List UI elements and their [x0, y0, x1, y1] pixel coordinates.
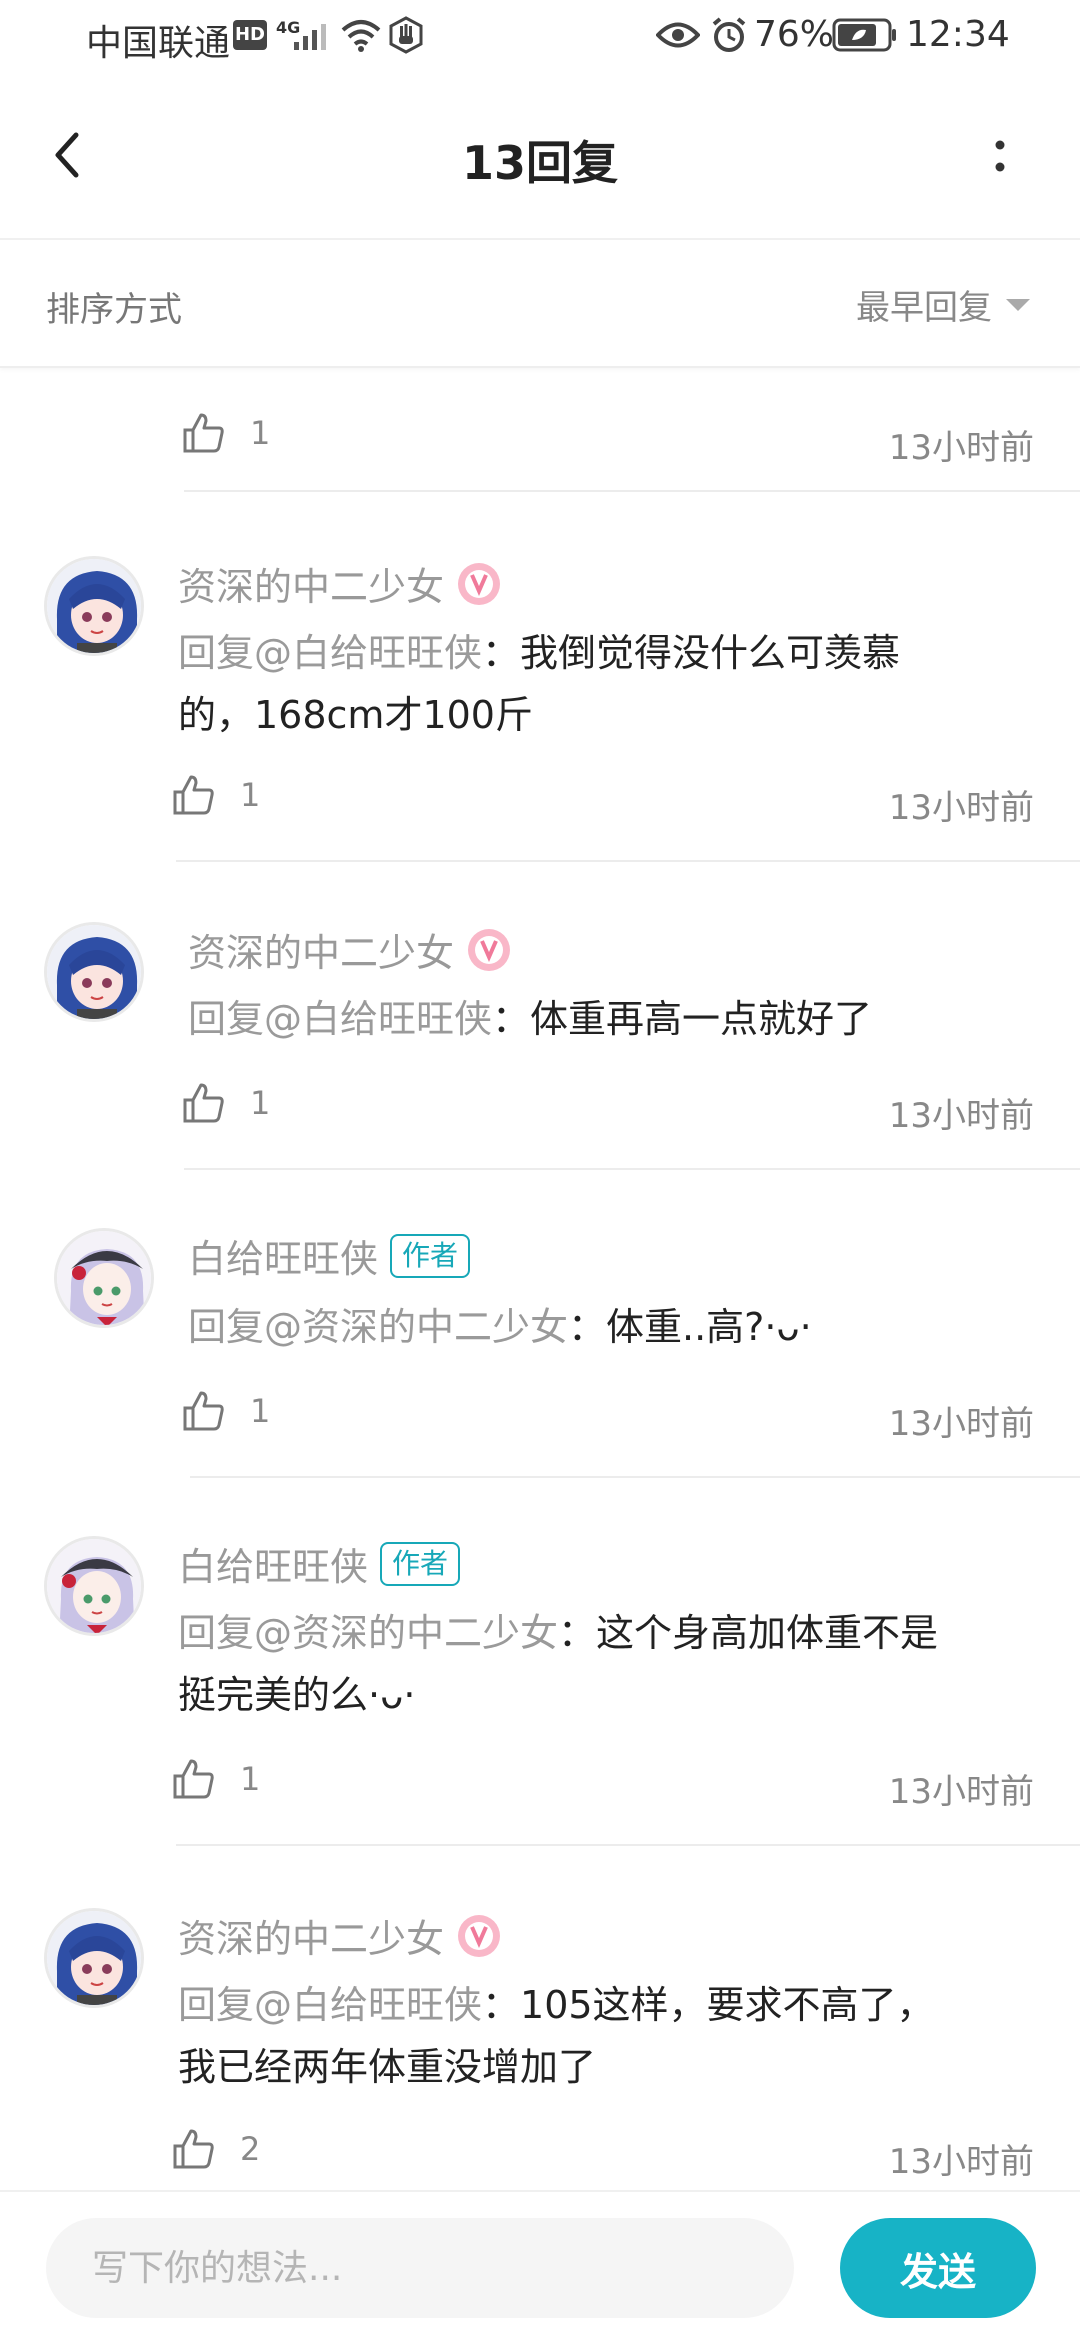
battery-icon	[832, 18, 896, 52]
hand-icon	[389, 16, 423, 54]
like-button[interactable]: 1	[182, 1390, 270, 1432]
timestamp: 13小时前	[888, 2142, 1034, 2182]
reply-mention[interactable]: 回复@资深的中二少女	[178, 1611, 558, 1655]
alarm-icon	[712, 17, 746, 52]
caret-down-icon	[1006, 298, 1030, 311]
reply-feed[interactable]: 1 13小时前 资深的中二少女 回复@白给旺旺侠：我倒觉得没什么可羡慕 的，16…	[0, 368, 1080, 2190]
timestamp: 13小时前	[888, 788, 1034, 828]
like-button[interactable]: 1	[182, 412, 270, 454]
thumbs-up-icon	[173, 775, 214, 815]
send-button[interactable]: 发送	[840, 2218, 1036, 2318]
battery-percent: 76%	[754, 14, 835, 55]
more-vertical-icon[interactable]	[980, 127, 1020, 187]
reply-mention[interactable]: 回复@白给旺旺侠	[188, 997, 492, 1041]
reply-mention[interactable]: 回复@白给旺旺侠	[178, 631, 482, 675]
timestamp: 13小时前	[888, 1404, 1034, 1444]
timestamp: 13小时前	[888, 1096, 1034, 1136]
list-item: 白给旺旺侠 作者 回复@资深的中二少女：体重..高?·ᴗ· 1 13小时前	[0, 1168, 1080, 1476]
clock: 12:34	[906, 14, 1010, 55]
comment-text: ：体重..高?·ᴗ·	[568, 1305, 812, 1349]
thumbs-up-icon	[173, 2129, 214, 2169]
username[interactable]: 白给旺旺侠	[188, 1228, 378, 1283]
sort-label: 排序方式	[46, 290, 182, 330]
reply-mention[interactable]: 回复@白给旺旺侠	[178, 1983, 482, 2027]
list-item: 资深的中二少女 回复@白给旺旺侠：105这样，要求不高了， 我已经两年体重没增加…	[0, 1844, 1080, 2190]
author-tag: 作者	[380, 1541, 461, 1586]
author-tag: 作者	[390, 1233, 471, 1278]
app-header: 13回复	[0, 75, 1080, 240]
avatar-image	[47, 1539, 141, 1633]
like-count: 2	[240, 2130, 261, 2168]
list-item: 资深的中二少女 回复@白给旺旺侠：我倒觉得没什么可羡慕 的，168cm才100斤…	[0, 490, 1080, 860]
list-item: 白给旺旺侠 作者 回复@资深的中二少女：这个身高加体重不是 挺完美的么·ᴗ· 1…	[0, 1476, 1080, 1846]
carrier-name: 中国联通	[86, 23, 231, 64]
sort-selected-value: 最早回复	[856, 288, 992, 328]
signal-icon	[294, 24, 326, 50]
comment-text: ：105这样，要求不高了，	[482, 1983, 935, 2027]
sort-dropdown[interactable]: 最早回复	[856, 280, 1030, 329]
timestamp: 13小时前	[888, 1772, 1034, 1812]
page-title: 13回复	[461, 136, 618, 190]
like-count: 1	[250, 1392, 271, 1430]
like-button[interactable]: 1	[182, 1082, 270, 1124]
avatar[interactable]	[44, 556, 144, 656]
comment-body: 回复@资深的中二少女：这个身高加体重不是 挺完美的么·ᴗ·	[178, 1602, 1058, 1726]
comment-body: 回复@白给旺旺侠：我倒觉得没什么可羡慕 的，168cm才100斤	[178, 622, 1058, 746]
thumbs-up-icon	[183, 413, 224, 453]
eye-icon	[656, 22, 700, 48]
comment-text: 的，168cm才100斤	[178, 693, 533, 737]
comment-body: 回复@白给旺旺侠：105这样，要求不高了， 我已经两年体重没增加了	[178, 1974, 1058, 2098]
avatar[interactable]	[44, 1908, 144, 2008]
comment-text: ：体重再高一点就好了	[492, 997, 873, 1041]
status-bar: 中国联通 HD 4G 76% 12:34	[0, 0, 1080, 75]
reply-mention[interactable]: 回复@资深的中二少女	[188, 1305, 568, 1349]
medal-badge-icon	[468, 928, 511, 971]
timestamp: 13小时前	[888, 428, 1034, 468]
like-count: 1	[250, 414, 271, 452]
thumbs-up-icon	[183, 1083, 224, 1123]
avatar[interactable]	[44, 922, 144, 1022]
comment-text: ：我倒觉得没什么可羡慕	[482, 631, 901, 675]
username[interactable]: 资深的中二少女	[178, 1908, 444, 1963]
comment-text: 挺完美的么·ᴗ·	[178, 1673, 416, 1717]
sort-bar: 排序方式 最早回复	[0, 240, 1080, 368]
comment-body: 回复@资深的中二少女：体重..高?·ᴗ·	[188, 1296, 1068, 1358]
comment-body: 回复@白给旺旺侠：体重再高一点就好了	[188, 988, 1068, 1050]
like-button[interactable]: 2	[172, 2128, 260, 2170]
like-count: 1	[240, 776, 261, 814]
like-button[interactable]: 1	[172, 774, 260, 816]
avatar[interactable]	[44, 1536, 144, 1636]
comment-text: ：这个身高加体重不是	[558, 1611, 939, 1655]
like-count: 1	[250, 1084, 271, 1122]
avatar-image	[57, 1231, 151, 1325]
avatar-image	[47, 1911, 141, 2005]
comment-input[interactable]	[46, 2218, 794, 2318]
avatar-image	[47, 559, 141, 653]
like-button[interactable]: 1	[172, 1758, 260, 1800]
username[interactable]: 资深的中二少女	[178, 556, 444, 611]
like-count: 1	[240, 1760, 261, 1798]
avatar-image	[47, 925, 141, 1019]
username[interactable]: 资深的中二少女	[188, 922, 454, 977]
list-item: 资深的中二少女 回复@白给旺旺侠：体重再高一点就好了 1 13小时前	[0, 860, 1080, 1168]
composer-bar: 发送	[0, 2190, 1080, 2340]
avatar[interactable]	[54, 1228, 154, 1328]
medal-badge-icon	[458, 562, 501, 605]
username[interactable]: 白给旺旺侠	[178, 1536, 368, 1591]
hd-icon: HD	[233, 20, 267, 50]
thumbs-up-icon	[183, 1391, 224, 1431]
comment-text: 我已经两年体重没增加了	[178, 2045, 597, 2089]
thumbs-up-icon	[173, 1759, 214, 1799]
list-item-meta: 1 13小时前	[0, 412, 1080, 472]
wifi-icon	[341, 20, 381, 52]
medal-badge-icon	[458, 1914, 501, 1957]
